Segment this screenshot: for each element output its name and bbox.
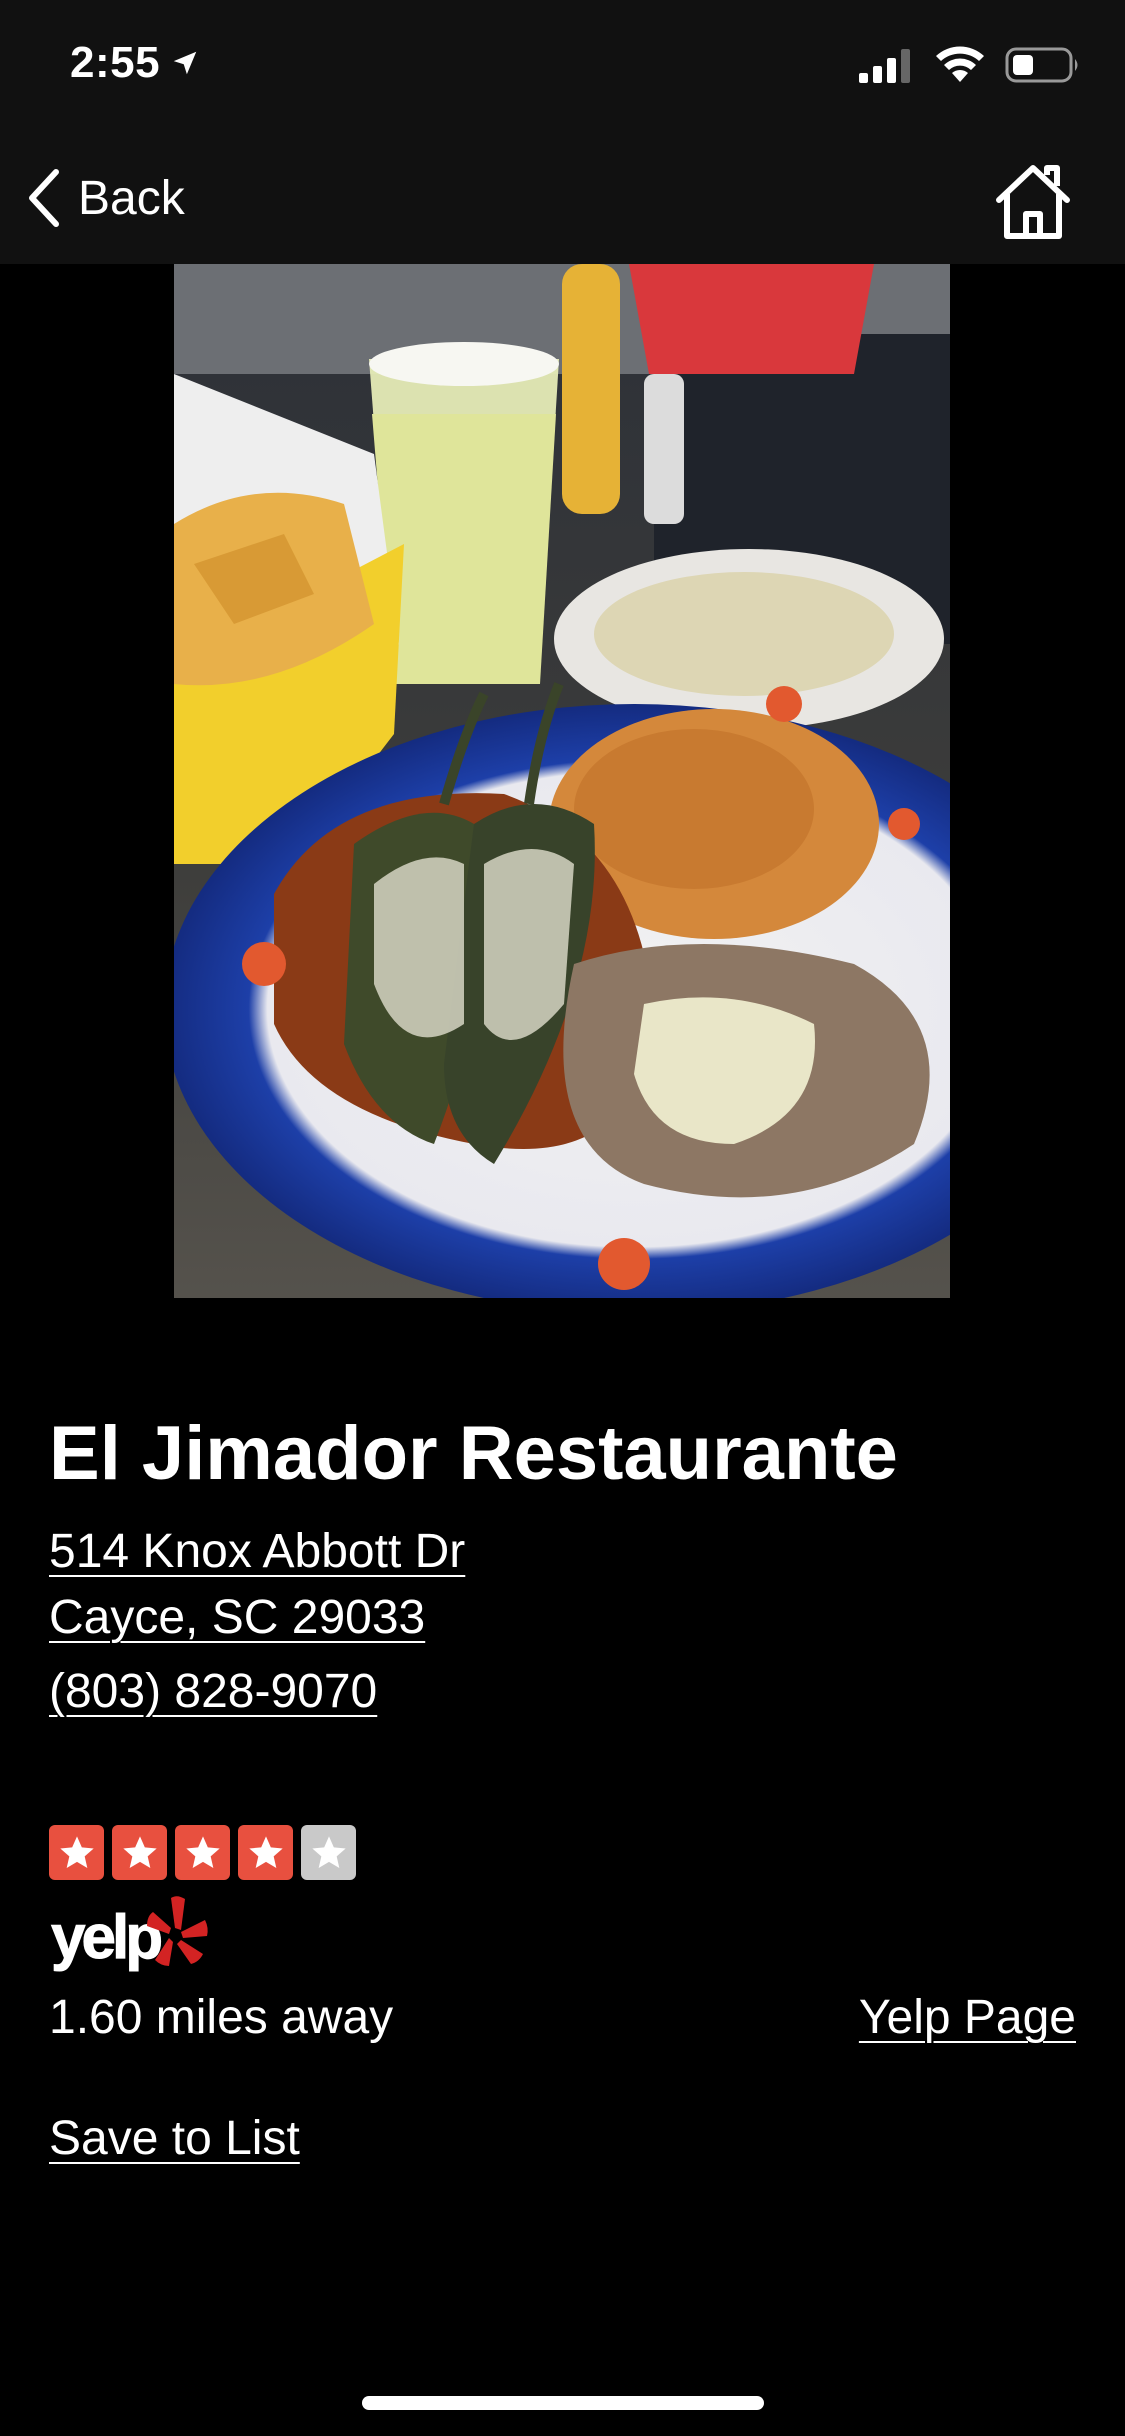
distance-row: 1.60 miles away Yelp Page	[49, 1990, 1076, 2045]
address-line-1[interactable]: 514 Knox Abbott Dr	[49, 1519, 1079, 1585]
food-photo-image	[174, 264, 950, 1298]
address-line-2[interactable]: Cayce, SC 29033	[49, 1585, 1079, 1651]
signal-icon	[859, 49, 910, 83]
star-rating	[49, 1825, 1079, 1881]
star-icon	[49, 1825, 104, 1881]
back-label: Back	[78, 171, 185, 225]
chevron-left-icon	[29, 169, 59, 227]
star-icon	[175, 1825, 230, 1881]
distance-text: 1.60 miles away	[49, 1991, 394, 2045]
yelp-page-link[interactable]: Yelp Page	[859, 1990, 1076, 2045]
location-arrow-icon	[173, 51, 197, 75]
yelp-logo: yelp	[49, 1894, 1079, 1984]
phone-link[interactable]: (803) 828-9070	[49, 1659, 1079, 1725]
home-icon	[996, 165, 1070, 239]
navigation-bar: Back	[0, 140, 1125, 264]
status-time-text: 2:55	[70, 38, 161, 87]
yelp-logo-icon: yelp	[51, 1896, 208, 1973]
yelp-logo-text: yelp	[51, 1903, 161, 1972]
status-icons	[859, 46, 1081, 84]
status-bar: 2:55	[0, 0, 1125, 140]
restaurant-details: El Jimador Restaurante 514 Knox Abbott D…	[49, 1410, 1079, 2166]
save-to-list-link[interactable]: Save to List	[49, 2111, 1079, 2166]
back-button[interactable]: Back	[24, 166, 185, 230]
address-link[interactable]: 514 Knox Abbott Dr Cayce, SC 29033	[49, 1519, 1079, 1651]
star-icon	[112, 1825, 167, 1881]
home-button[interactable]	[993, 162, 1073, 242]
home-indicator[interactable]	[362, 2396, 764, 2410]
restaurant-photo	[174, 264, 950, 1298]
star-icon	[301, 1825, 356, 1881]
battery-icon	[1005, 47, 1078, 83]
wifi-icon	[936, 46, 984, 82]
restaurant-name: El Jimador Restaurante	[49, 1411, 898, 1496]
status-time: 2:55	[70, 38, 200, 88]
star-icon	[238, 1825, 293, 1881]
